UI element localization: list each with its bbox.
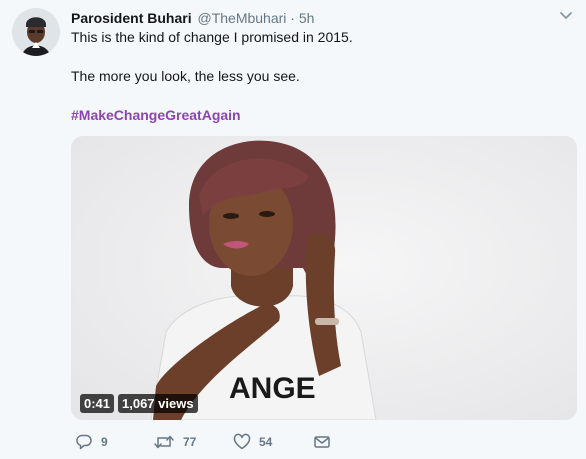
video-player[interactable]: ANGE <box>71 136 577 420</box>
display-name[interactable]: Parosident Buhari <box>71 10 192 26</box>
chevron-down-icon[interactable] <box>558 9 574 23</box>
video-duration-badge: 0:41 <box>80 394 115 413</box>
like-count: 54 <box>259 435 273 449</box>
tweet-actions: 9 77 54 <box>71 432 371 452</box>
user-handle[interactable]: @TheMbuhari <box>197 10 286 26</box>
hashtag-link[interactable]: #MakeChangeGreatAgain <box>71 105 241 125</box>
video-thumbnail: ANGE <box>71 136 577 420</box>
tweet-header: Parosident Buhari @TheMbuhari · 5h <box>71 8 314 28</box>
tweet-card[interactable]: Parosident Buhari @TheMbuhari · 5h This … <box>0 0 586 459</box>
retweet-button[interactable]: 77 <box>153 432 196 452</box>
view-count-badge: 1,067 views <box>118 394 198 413</box>
reply-button[interactable]: 9 <box>75 432 108 452</box>
envelope-icon <box>314 436 330 448</box>
timestamp[interactable]: 5h <box>299 10 315 26</box>
reply-count: 9 <box>101 435 108 449</box>
separator-dot: · <box>290 10 295 26</box>
retweet-icon <box>154 435 174 449</box>
shirt-print: ANGE <box>229 372 316 405</box>
tweet-text-line-1: This is the kind of change I promised in… <box>71 29 353 45</box>
heart-icon <box>233 433 251 450</box>
like-button[interactable]: 54 <box>233 432 272 452</box>
retweet-count: 77 <box>183 435 197 449</box>
tweet-text-line-2: The more you look, the less you see. <box>71 68 300 84</box>
direct-message-button[interactable] <box>313 432 331 452</box>
reply-icon <box>76 434 92 450</box>
avatar[interactable] <box>12 8 60 56</box>
